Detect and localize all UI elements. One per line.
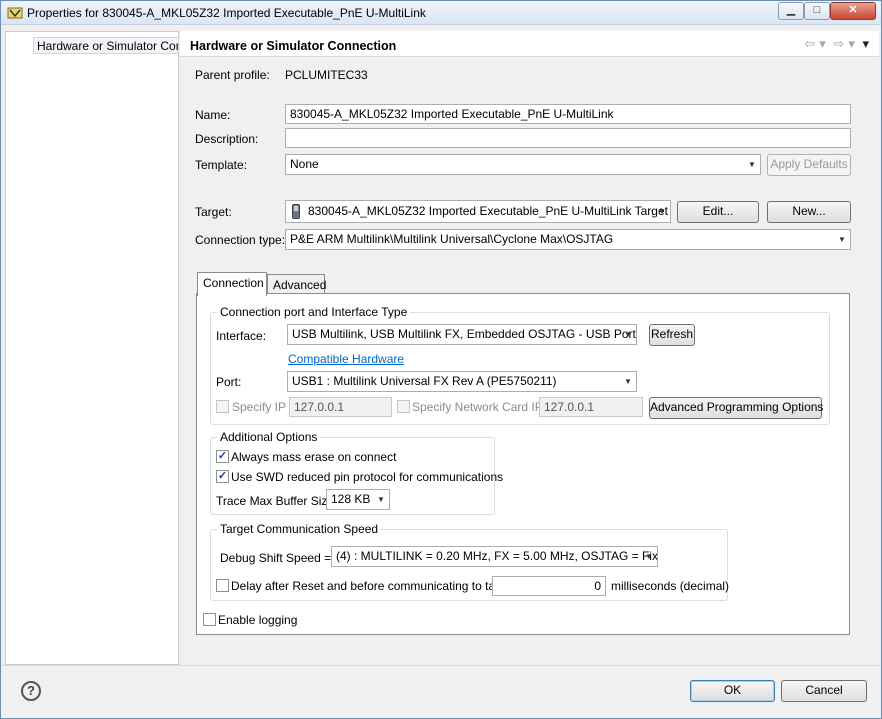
interface-label: Interface: — [216, 329, 267, 343]
page-header: Hardware or Simulator Connection ⇦ ▾ ⇨ ▾ ▾ — [180, 31, 879, 57]
apply-defaults-button[interactable]: Apply Defaults — [767, 154, 851, 176]
port-label: Port: — [216, 375, 242, 389]
debug-shift-speed-label: Debug Shift Speed = — [220, 551, 332, 565]
template-select[interactable]: None ▼ — [285, 154, 761, 175]
chevron-down-icon: ▼ — [624, 330, 632, 339]
forward-arrow-icon[interactable]: ⇨ — [833, 36, 844, 51]
connection-port-group-title: Connection port and Interface Type — [217, 305, 411, 319]
trace-buffer-value: 128 KB — [331, 492, 371, 506]
use-swd-label: Use SWD reduced pin protocol for communi… — [231, 470, 504, 484]
description-label: Description: — [195, 132, 259, 146]
target-select[interactable]: 830045-A_MKL05Z32 Imported Executable_Pn… — [285, 200, 671, 223]
interface-value: USB Multilink, USB Multilink FX, Embedde… — [292, 327, 636, 341]
maximize-button[interactable]: □ — [804, 2, 830, 20]
device-icon — [292, 204, 300, 219]
ok-button[interactable]: OK — [690, 680, 775, 702]
title-bar: Properties for 830045-A_MKL05Z32 Importe… — [1, 1, 881, 25]
new-target-button[interactable]: New... — [767, 201, 851, 223]
trace-buffer-label: Trace Max Buffer Size: — [216, 494, 338, 508]
debug-shift-speed-value: (4) : MULTILINK = 0.20 MHz, FX = 5.00 MH… — [336, 549, 658, 563]
back-menu-icon[interactable]: ▾ — [819, 36, 826, 51]
refresh-button[interactable]: Refresh — [649, 324, 695, 346]
parent-profile-value: PCLUMITEC33 — [285, 68, 368, 82]
edit-target-button[interactable]: Edit... — [677, 201, 759, 223]
always-mass-erase-label: Always mass erase on connect — [231, 450, 397, 464]
window-title: Properties for 830045-A_MKL05Z32 Importe… — [27, 6, 426, 20]
connection-type-select[interactable]: P&E ARM Multilink\Multilink Universal\Cy… — [285, 229, 851, 250]
trace-buffer-select[interactable]: 128 KB ▼ — [326, 489, 390, 510]
template-label: Template: — [195, 158, 248, 172]
tree-item-hardware-connection[interactable]: Hardware or Simulator Conr — [33, 37, 179, 54]
forward-menu-icon[interactable]: ▾ — [848, 36, 855, 51]
compatible-hardware-link[interactable]: Compatible Hardware — [288, 352, 404, 366]
tab-connection[interactable]: Connection — [197, 272, 267, 296]
delay-units-label: milliseconds (decimal) — [611, 579, 730, 593]
port-select[interactable]: USB1 : Multilink Universal FX Rev A (PE5… — [287, 371, 637, 392]
specify-network-card-ip-label: Specify Network Card IP — [412, 400, 543, 414]
delay-field[interactable]: 0 — [492, 576, 606, 596]
chevron-down-icon: ▼ — [838, 235, 846, 244]
delay-after-reset-label: Delay after Reset and before communicati… — [231, 579, 534, 593]
specify-ip-checkbox[interactable] — [216, 400, 229, 413]
history-nav: ⇦ ▾ ⇨ ▾ ▾ — [800, 36, 869, 52]
properties-page: Hardware or Simulator Connection ⇦ ▾ ⇨ ▾ ▾… — [180, 31, 879, 665]
target-label: Target: — [195, 205, 232, 219]
connection-type-value: P&E ARM Multilink\Multilink Universal\Cy… — [290, 232, 614, 246]
template-value: None — [290, 157, 319, 171]
always-mass-erase-checkbox[interactable]: ✓ — [216, 450, 229, 463]
description-field[interactable] — [285, 128, 851, 148]
cancel-button[interactable]: Cancel — [781, 680, 867, 702]
chevron-down-icon: ▼ — [748, 160, 756, 169]
name-field[interactable]: 830045-A_MKL05Z32 Imported Executable_Pn… — [285, 104, 851, 124]
specify-network-card-ip-checkbox[interactable] — [397, 400, 410, 413]
use-swd-checkbox[interactable]: ✓ — [216, 470, 229, 483]
name-label: Name: — [195, 108, 231, 122]
minimize-button[interactable]: ▁ — [778, 2, 804, 20]
close-button[interactable]: ✕ — [830, 2, 876, 20]
properties-tree: Hardware or Simulator Conr — [5, 31, 179, 665]
properties-dialog: Properties for 830045-A_MKL05Z32 Importe… — [0, 0, 882, 719]
view-menu-icon[interactable]: ▾ — [862, 36, 869, 51]
page-title: Hardware or Simulator Connection — [190, 39, 397, 53]
enable-logging-label: Enable logging — [218, 613, 298, 627]
network-card-ip-field[interactable]: 127.0.0.1 — [539, 397, 643, 417]
chevron-down-icon: ▼ — [377, 495, 385, 504]
debug-shift-speed-select[interactable]: (4) : MULTILINK = 0.20 MHz, FX = 5.00 MH… — [331, 546, 658, 567]
target-communication-speed-group-title: Target Communication Speed — [217, 522, 382, 536]
chevron-down-icon: ▼ — [658, 207, 666, 216]
additional-options-group-title: Additional Options — [217, 430, 321, 444]
interface-select[interactable]: USB Multilink, USB Multilink FX, Embedde… — [287, 324, 637, 345]
target-value: 830045-A_MKL05Z32 Imported Executable_Pn… — [308, 204, 668, 218]
chevron-down-icon: ▼ — [624, 377, 632, 386]
parent-profile-label: Parent profile: — [195, 68, 270, 82]
chevron-down-icon: ▼ — [645, 552, 653, 561]
help-icon[interactable]: ? — [21, 681, 41, 701]
connection-tab-panel: Connection port and Interface Type Inter… — [196, 293, 850, 635]
delay-after-reset-checkbox[interactable] — [216, 579, 229, 592]
ip-field[interactable]: 127.0.0.1 — [289, 397, 392, 417]
advanced-programming-options-button[interactable]: Advanced Programming Options — [649, 397, 823, 419]
footer-divider — [1, 665, 881, 666]
specify-ip-label: Specify IP — [232, 400, 287, 414]
app-icon — [7, 7, 23, 19]
connection-type-label: Connection type: — [195, 233, 286, 247]
port-value: USB1 : Multilink Universal FX Rev A (PE5… — [292, 374, 557, 388]
enable-logging-checkbox[interactable] — [203, 613, 216, 626]
back-arrow-icon[interactable]: ⇦ — [804, 36, 815, 51]
